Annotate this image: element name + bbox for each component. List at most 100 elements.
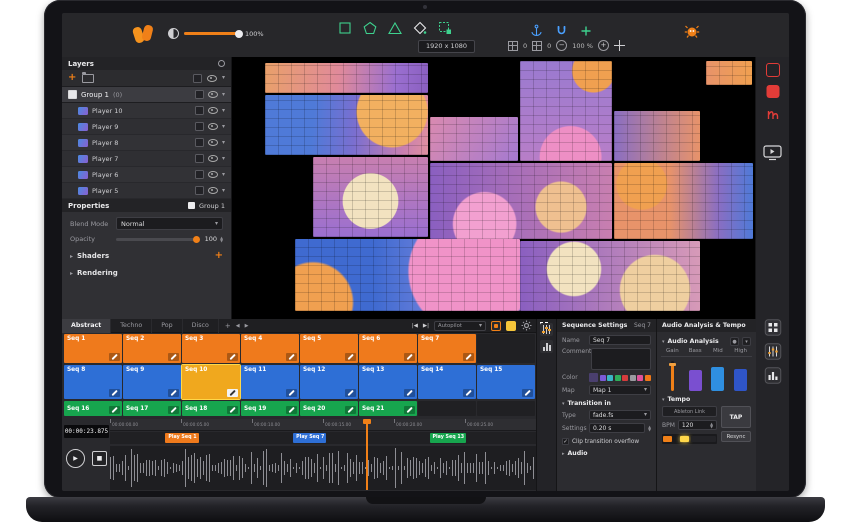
layer-fx-icon[interactable] [194,170,204,179]
audio-section[interactable]: ▸ Audio [557,445,656,457]
play-button[interactable]: ▶ [66,449,85,468]
paint-tool-icon[interactable] [413,21,427,35]
visibility-icon[interactable] [206,74,217,82]
brand-mark-icon[interactable] [766,106,779,125]
chevron-down-icon[interactable]: ▾ [222,91,225,98]
triangle-tool-icon[interactable] [388,21,402,35]
zoom-out-button[interactable]: − [556,40,568,51]
chevron-down-icon[interactable]: ▾ [222,155,225,162]
transition-type-select[interactable]: fade.fs ▾ [589,410,651,420]
center-view-icon[interactable] [613,40,625,51]
layer-fx-icon[interactable] [194,154,204,163]
group-checkbox[interactable] [68,90,77,99]
tab-techno[interactable]: Techno [111,318,153,333]
tab-scroll-right-icon[interactable]: ▶ [245,323,249,329]
preview-tile[interactable] [265,63,428,93]
sequence-cell[interactable]: Seq 14 [418,365,476,399]
tab-abstract[interactable]: Abstract [62,318,112,333]
gear-icon[interactable] [521,316,532,335]
overflow-checkbox[interactable] [562,438,569,445]
sequence-cell[interactable]: Seq 15 [477,365,535,399]
tap-button[interactable]: TAP [721,406,751,428]
meter-view-icon[interactable] [764,367,781,388]
add-layer-button[interactable]: + [68,73,76,83]
transition-duration-input[interactable]: 0.20 s [589,423,646,433]
edit-pencil-icon[interactable] [522,389,533,397]
zoom-in-button[interactable]: + [597,40,609,51]
brightness-slider[interactable] [184,29,243,38]
group-fx-icon[interactable] [194,90,204,99]
edit-pencil-icon[interactable] [404,406,415,414]
color-swatch[interactable] [614,374,621,381]
autopilot-select[interactable]: Autopilot ▾ [434,320,486,331]
layers-options-icon[interactable] [218,60,225,67]
layer-fx-icon[interactable] [194,106,204,115]
layer-row[interactable]: Player 10 ▾ [62,103,231,119]
analysis-settings-icon[interactable]: ▾ [742,337,751,346]
sequence-cell[interactable]: Seq 8 [64,365,122,399]
name-input[interactable]: Seq 7 [589,335,651,345]
sequence-cell[interactable]: Seq 6 [359,334,417,363]
go-end-icon[interactable]: ▶| [423,323,429,329]
faders-view-icon[interactable] [540,323,553,336]
empty-slot[interactable] [418,401,476,416]
sequence-cell[interactable]: Seq 20 [300,401,358,416]
bpm-stepper[interactable]: ▲ ▼ [710,421,713,428]
select-transform-tool-icon[interactable] [438,21,452,35]
edit-pencil-icon[interactable] [109,406,120,414]
tab-pop[interactable]: Pop [152,318,183,333]
external-display-icon[interactable] [762,145,783,165]
sequence-cell[interactable]: Seq 3 [182,334,240,363]
eye-icon[interactable] [207,123,218,130]
preview-tile[interactable] [313,157,428,237]
grid-view-icon[interactable] [764,319,781,340]
eye-icon[interactable] [207,91,218,98]
output-preview[interactable] [232,57,756,319]
chevron-down-icon[interactable]: ▾ [222,187,225,194]
edit-pencil-icon[interactable] [404,389,415,397]
layer-row[interactable]: Player 9 ▾ [62,119,231,135]
sequence-cell[interactable]: Seq 21 [359,401,417,416]
comment-textarea[interactable] [591,348,651,370]
canvas-zoom-value[interactable]: 100 % [572,42,593,50]
layer-group-row[interactable]: Group 1 (0) ▾ [62,87,231,103]
add-group-icon[interactable] [82,71,95,83]
sequence-cell[interactable]: Seq 5 [300,334,358,363]
playhead[interactable] [362,419,371,490]
sequence-cell[interactable]: Seq 9 [123,365,181,399]
chevron-down-icon[interactable]: ▾ [222,75,225,81]
duration-stepper[interactable]: ▲ ▼ [648,424,651,431]
edit-pencil-icon[interactable] [286,406,297,414]
record-icon[interactable] [766,85,779,98]
magnet-snap-icon[interactable] [555,22,568,41]
stop-button[interactable]: ■ [92,451,107,466]
color-swatch[interactable] [629,374,636,381]
color-swatch[interactable] [599,374,606,381]
go-start-icon[interactable]: |◀ [412,323,418,329]
clip-row[interactable]: Play Seq 1 Play Seq 7 Play Seq 13 [110,432,536,444]
preview-tile[interactable] [520,61,612,161]
add-icon[interactable] [580,22,592,41]
eye-icon[interactable] [207,139,218,146]
edit-pencil-icon[interactable] [286,353,297,361]
edit-pencil-icon[interactable] [345,406,356,414]
ableton-link-button[interactable]: Ableton Link [662,406,717,417]
preview-tile[interactable] [430,117,518,161]
chevron-down-icon[interactable]: ▾ [222,139,225,146]
beast-logo-icon[interactable] [684,23,700,39]
sequence-cell[interactable]: Seq 12 [300,365,358,399]
clip-overflow-row[interactable]: Clip transition overflow [557,433,656,445]
sequence-cell[interactable]: Seq 4 [241,334,299,363]
edit-pencil-icon[interactable] [404,353,415,361]
timeline-clip[interactable]: Play Seq 7 [293,433,327,443]
preview-tile[interactable] [430,163,612,239]
transition-in-section[interactable]: ▾ Transition in [557,395,656,407]
layout-a-button[interactable] [491,320,501,331]
sequence-cell[interactable]: Seq 18 [182,401,240,416]
empty-slot[interactable] [477,334,535,363]
add-shader-button[interactable]: + [215,251,223,261]
opacity-stepper[interactable]: ▲ ▼ [220,235,223,242]
edit-pencil-icon[interactable] [345,353,356,361]
eye-icon[interactable] [207,107,218,114]
rendering-section[interactable]: ▸ Rendering [62,261,231,277]
